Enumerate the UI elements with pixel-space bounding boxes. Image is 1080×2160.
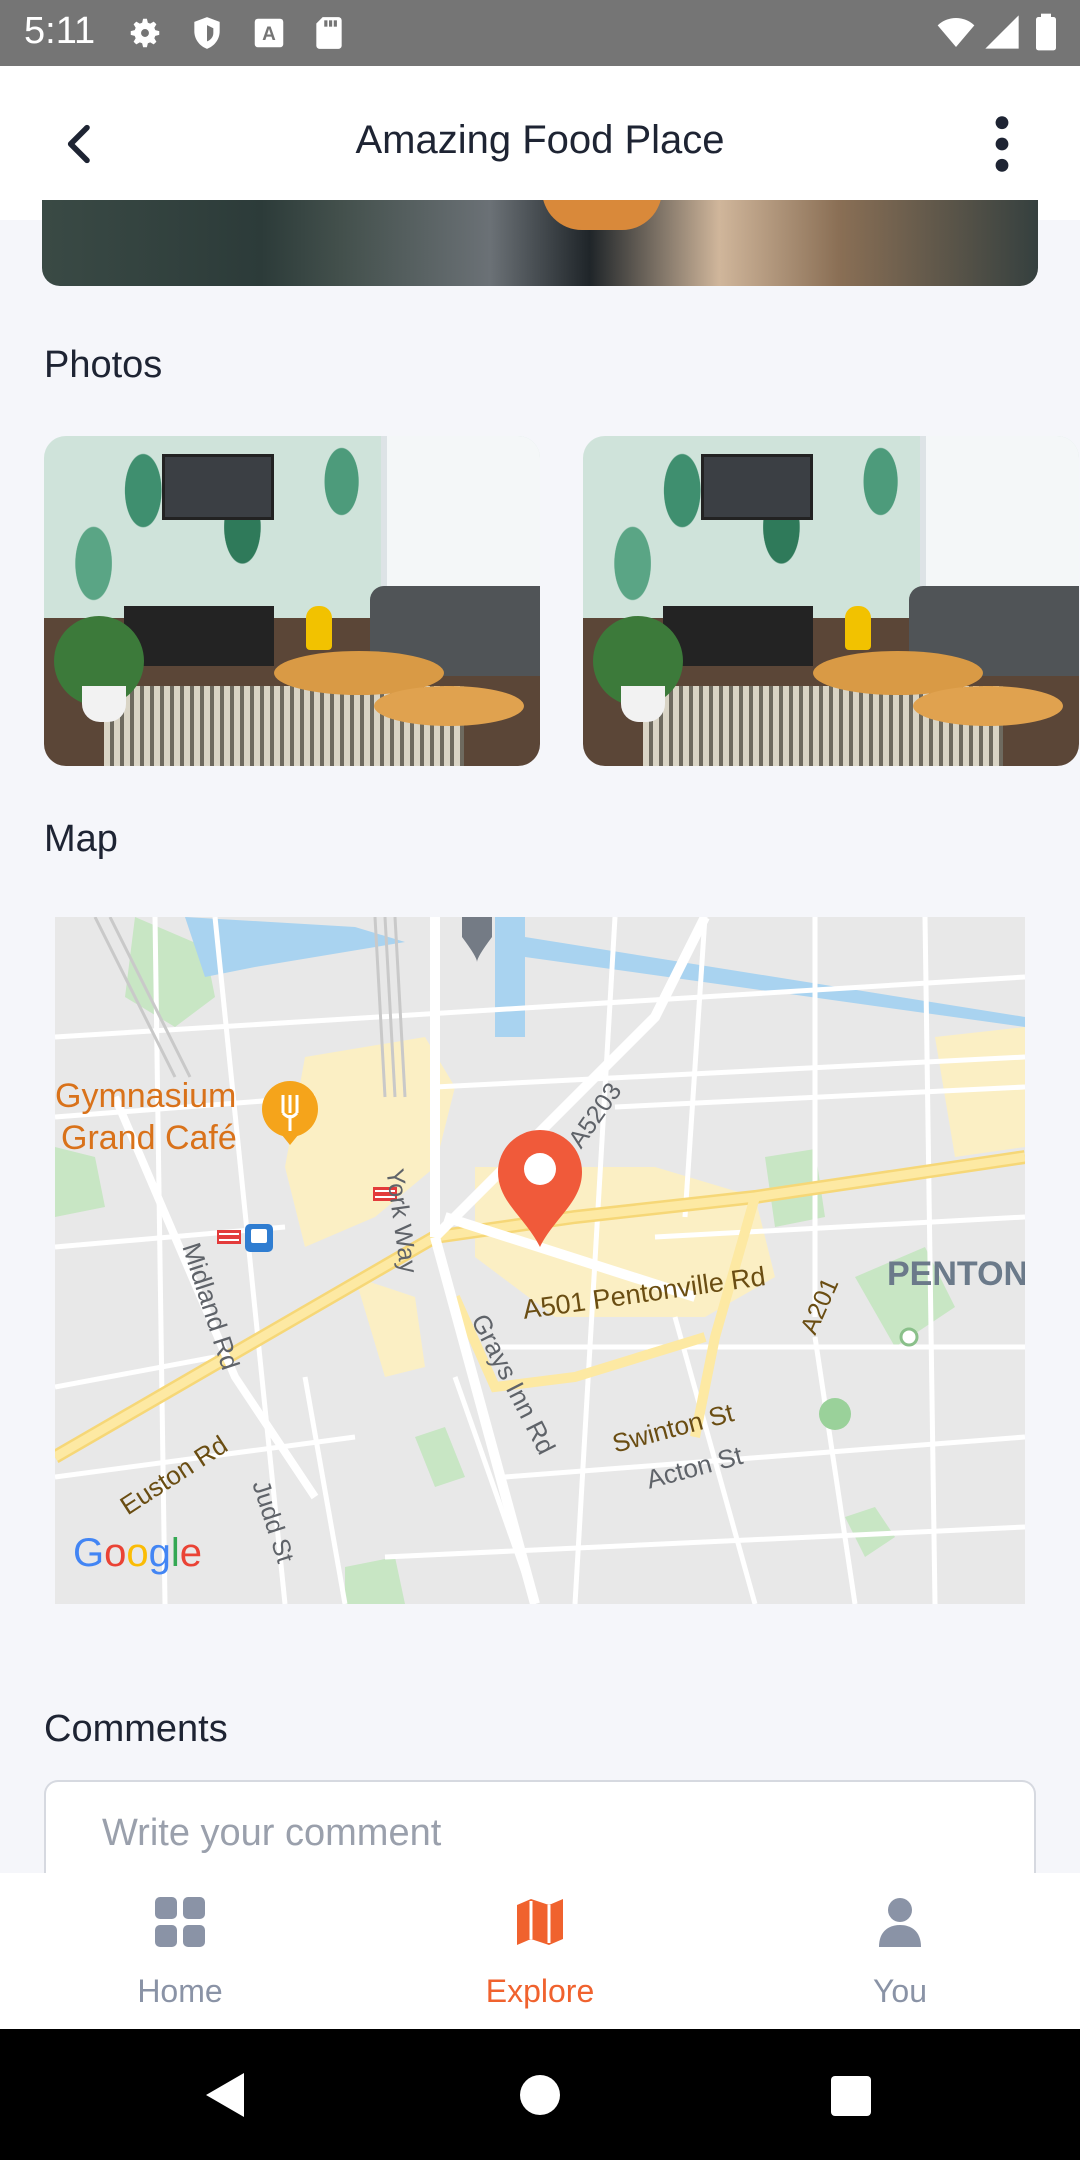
person-icon [879,1898,921,1947]
google-logo: Google [73,1531,203,1575]
map-label-poi: Gymnasium [55,1077,237,1115]
grid-icon [155,1897,205,1947]
status-bar: 5:11 A [0,0,1080,66]
bottom-navigation: Home Explore You [0,1873,1080,2029]
back-triangle-icon[interactable] [202,2071,248,2119]
system-navigation-bar [0,2029,1080,2160]
svg-text:A: A [262,24,276,45]
home-circle-icon[interactable] [518,2073,562,2117]
text-a-icon: A [254,18,284,48]
battery-icon [1036,13,1056,51]
app-bar: Amazing Food Place [0,66,1080,220]
status-time: 5:11 [24,10,96,52]
nav-item-you[interactable]: You [720,1873,1080,2029]
more-vertical-icon[interactable] [980,112,1024,176]
photo-thumbnail[interactable] [583,436,1079,766]
photo-thumbnail[interactable] [44,436,540,766]
food-bowl [542,200,662,230]
shield-icon [194,17,220,49]
signal-icon [985,15,1019,49]
recents-square-icon[interactable] [830,2075,872,2117]
settings-icon [130,18,160,48]
nav-label-you: You [873,1973,927,2009]
comment-placeholder: Write your comment [102,1812,442,1854]
nav-label-explore: Explore [485,1973,595,2009]
photos-title: Photos [44,344,163,386]
wifi-icon [937,18,975,47]
map-view[interactable]: Gymnasium Grand Café York Way A5203 A501… [55,917,1025,1604]
nav-item-home[interactable]: Home [0,1873,360,2029]
nav-label-home: Home [137,1973,223,2009]
map-label-poi: Grand Café [61,1119,237,1157]
comment-input[interactable]: Write your comment [44,1780,1036,1880]
map-icon [517,1899,563,1945]
nav-item-explore[interactable]: Explore [360,1873,720,2029]
comments-title: Comments [44,1708,228,1750]
sd-card-icon [316,17,342,49]
hero-image [42,200,1038,286]
page-title: Amazing Food Place [355,118,725,162]
map-title: Map [44,818,118,860]
map-label-area: PENTON [887,1255,1025,1293]
